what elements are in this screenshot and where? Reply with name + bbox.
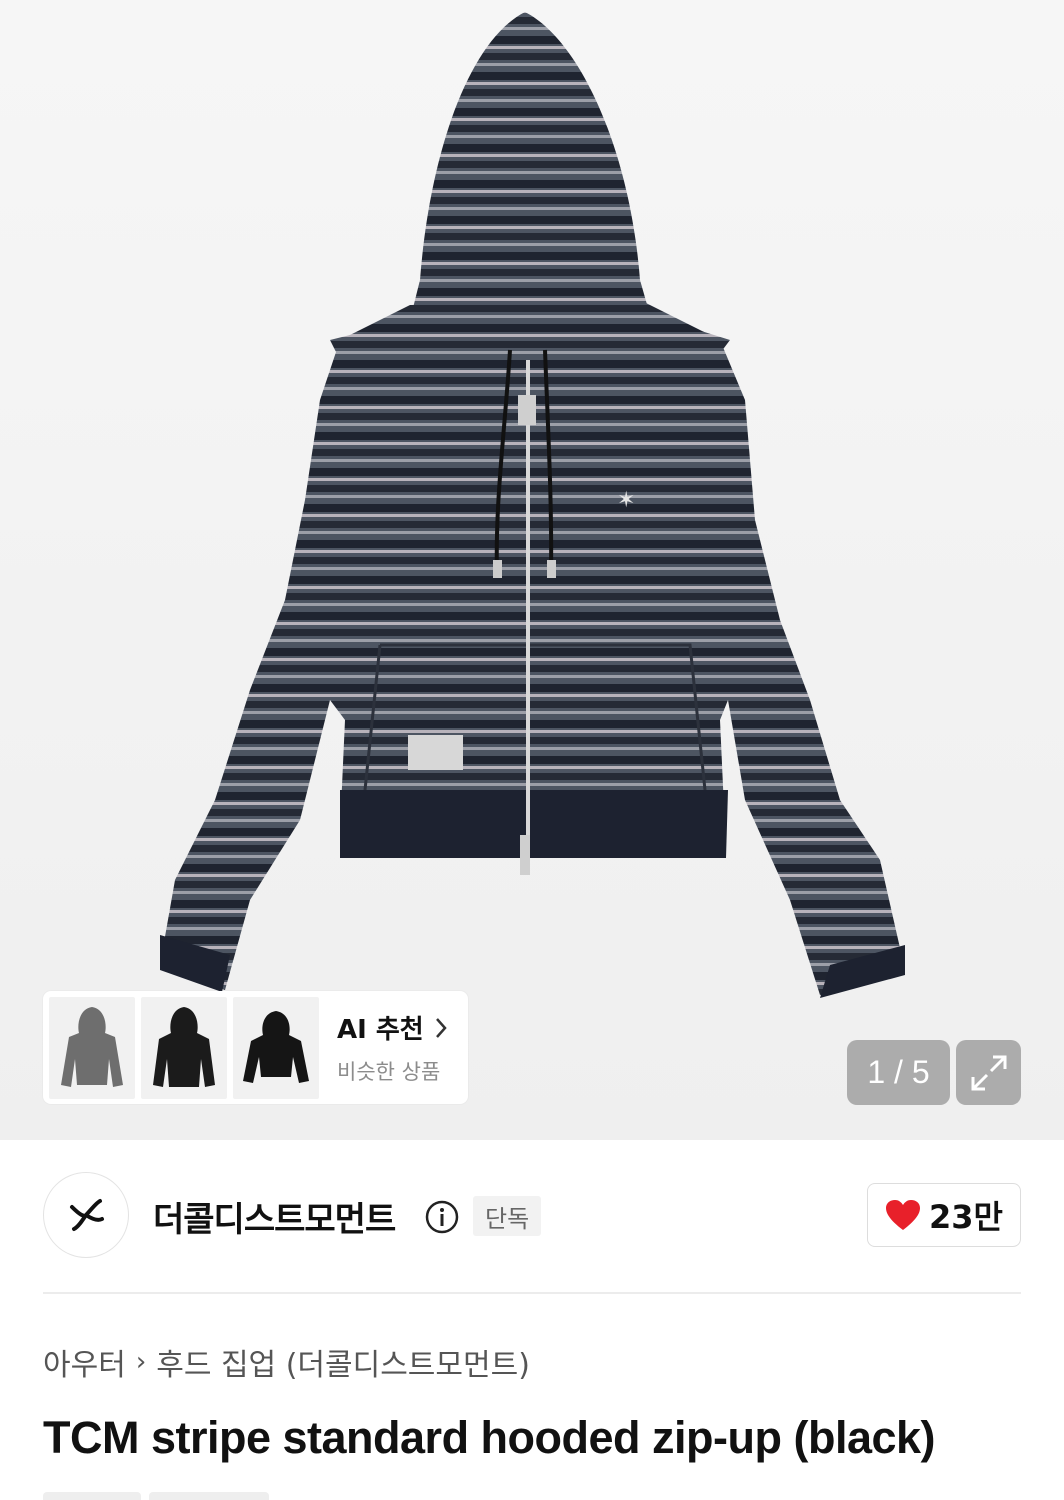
expand-button[interactable]	[956, 1040, 1021, 1105]
recommended-product-thumbnail[interactable]	[141, 996, 227, 1099]
recommended-product-thumbnail[interactable]	[233, 996, 319, 1099]
brand-row: 더콜디스트모먼트 단독 23만	[43, 1172, 1021, 1260]
recommended-product-thumbnail[interactable]	[49, 996, 135, 1099]
product-title: TCM stripe standard hooded zip-up (black…	[43, 1412, 936, 1463]
brand-logo-icon	[70, 1199, 104, 1231]
image-pager: 1 / 5	[847, 1040, 950, 1105]
chevron-right-icon	[435, 1017, 447, 1038]
like-button[interactable]: 23만	[867, 1183, 1021, 1247]
product-image-gallery[interactable]: ✶	[0, 0, 1064, 1140]
divider	[43, 1292, 1021, 1294]
partial-element	[149, 1492, 269, 1500]
partial-element	[43, 1492, 141, 1500]
ai-recommend-subtitle: 비슷한 상품	[337, 1060, 441, 1084]
breadcrumb-subcategory[interactable]: 후드 집업 (더콜디스트모먼트)	[156, 1340, 530, 1384]
expand-icon	[971, 1055, 1006, 1090]
exclusive-badge: 단독	[473, 1196, 542, 1236]
product-image: ✶	[160, 12, 905, 998]
brand-logo[interactable]	[43, 1172, 129, 1258]
chevron-right-icon: ›	[135, 1347, 147, 1377]
heart-icon	[886, 1200, 920, 1230]
brand-name[interactable]: 더콜디스트모먼트	[153, 1192, 396, 1241]
ai-recommendation-card[interactable]: AI 추천 비슷한 상품	[43, 991, 468, 1104]
breadcrumb-category[interactable]: 아우터	[43, 1340, 126, 1384]
ai-recommend-title: AI 추천	[337, 1009, 448, 1046]
svg-text:✶: ✶	[617, 488, 635, 513]
like-count: 23만	[929, 1198, 1003, 1236]
info-icon[interactable]	[425, 1200, 459, 1234]
breadcrumb: 아우터 › 후드 집업 (더콜디스트모먼트)	[43, 1340, 530, 1384]
